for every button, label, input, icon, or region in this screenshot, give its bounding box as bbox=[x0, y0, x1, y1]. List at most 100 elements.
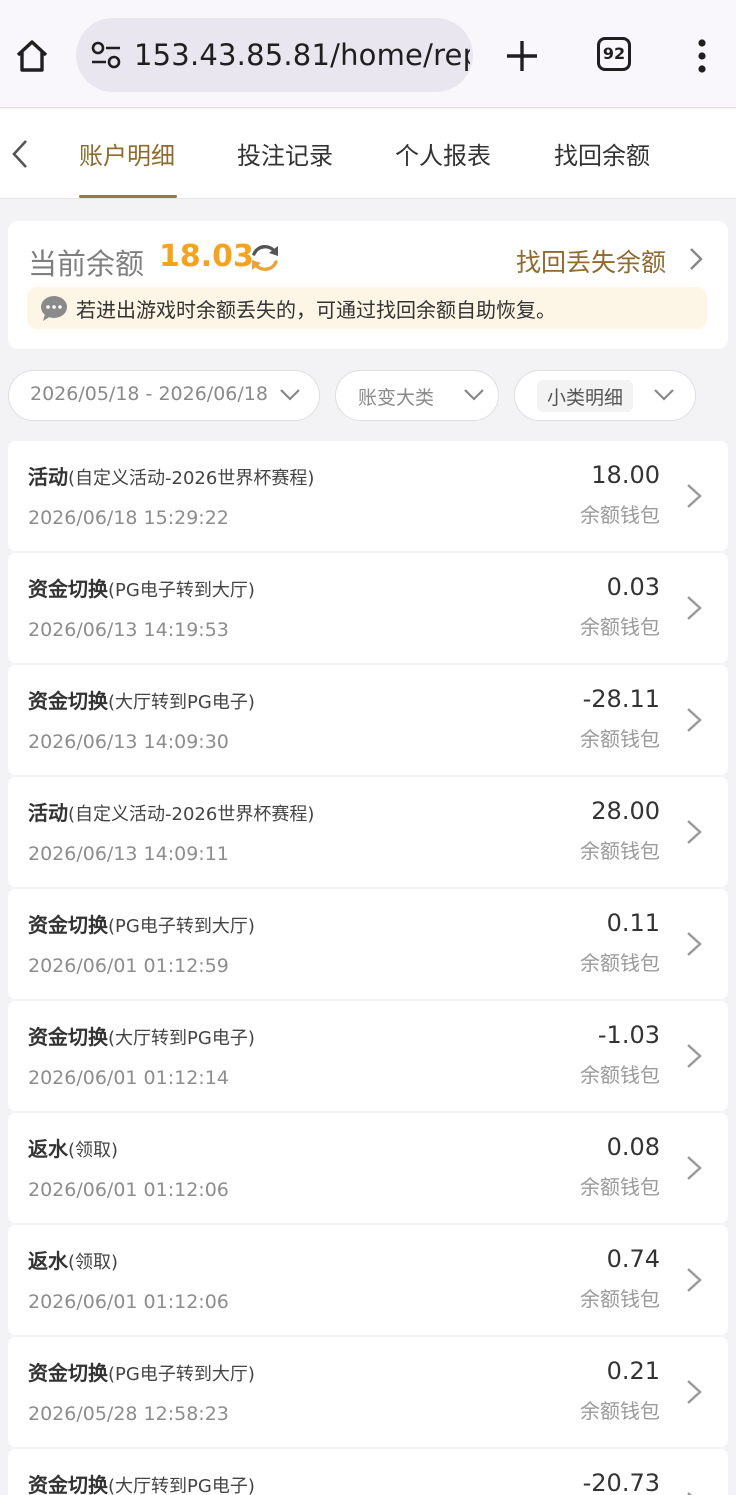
chevron-down-icon bbox=[654, 389, 674, 401]
balance-value: 18.03 bbox=[159, 239, 254, 274]
transaction-amount: 18.00 bbox=[591, 461, 660, 489]
message-bubble-icon bbox=[41, 296, 67, 321]
transaction-type: 活动 bbox=[28, 465, 68, 489]
recover-lost-balance-link[interactable]: 找回丢失余额 bbox=[516, 243, 666, 279]
transaction-amount: 0.03 bbox=[606, 573, 660, 601]
transaction-type: 返水 bbox=[28, 1249, 68, 1273]
back-chevron-icon[interactable] bbox=[8, 137, 32, 171]
transaction-date: 2026/06/18 15:29:22 bbox=[28, 507, 229, 529]
transaction-detail: (大厅转到PG电子) bbox=[108, 1028, 255, 1049]
transaction-row[interactable]: 活动(自定义活动-2026世界杯赛程) 2026/06/18 15:29:22 … bbox=[8, 441, 728, 551]
transaction-detail: (PG电子转到大厅) bbox=[108, 1364, 255, 1385]
transaction-type: 活动 bbox=[28, 801, 68, 825]
transaction-wallet: 余额钱包 bbox=[580, 1399, 660, 1423]
transaction-amount: 28.00 bbox=[591, 797, 660, 825]
transaction-wallet: 余额钱包 bbox=[580, 1063, 660, 1087]
url-text[interactable]: 153.43.85.81/home/repor bbox=[134, 38, 470, 72]
tab-bet-records[interactable]: 投注记录 bbox=[237, 136, 333, 171]
transaction-date: 2026/05/28 12:58:23 bbox=[28, 1403, 229, 1425]
report-tab-bar: 账户明细 投注记录 个人报表 找回余额 bbox=[0, 109, 736, 199]
transaction-detail: (领取) bbox=[68, 1140, 119, 1161]
home-icon[interactable] bbox=[12, 36, 52, 76]
chevron-right-icon bbox=[687, 1492, 692, 1495]
transaction-type: 资金切换 bbox=[28, 689, 108, 713]
balance-label: 当前余额 bbox=[28, 247, 145, 281]
transaction-row[interactable]: 资金切换(大厅转到PG电子) 2026/06/01 01:12:14 -1.03… bbox=[8, 1001, 728, 1111]
transaction-date: 2026/06/01 01:12:06 bbox=[28, 1179, 229, 1201]
transaction-row[interactable]: 活动(自定义活动-2026世界杯赛程) 2026/06/13 14:09:11 … bbox=[8, 777, 728, 887]
chevron-right-icon bbox=[687, 708, 702, 732]
transaction-type: 资金切换 bbox=[28, 1473, 108, 1495]
category-text: 账变大类 bbox=[358, 387, 435, 409]
category-filter[interactable]: 账变大类 bbox=[335, 370, 499, 421]
tab-switcher-button[interactable]: 92 bbox=[597, 37, 631, 71]
transaction-amount: -1.03 bbox=[597, 1021, 660, 1049]
site-settings-icon[interactable] bbox=[90, 40, 122, 70]
transaction-row[interactable]: 返水(领取) 2026/06/01 01:12:06 0.08 余额钱包 bbox=[8, 1113, 728, 1223]
tab-recover-balance[interactable]: 找回余额 bbox=[554, 136, 650, 171]
subcategory-filter[interactable]: 小类明细 bbox=[514, 370, 696, 421]
date-range-filter[interactable]: 2026/05/18 - 2026/06/18 bbox=[8, 370, 320, 421]
recovery-notice: 若进出游戏时余额丢失的，可通过找回余额自助恢复。 bbox=[27, 287, 707, 329]
chevron-right-icon bbox=[687, 1156, 702, 1180]
more-menu-icon[interactable] bbox=[690, 36, 714, 76]
transaction-detail: (PG电子转到大厅) bbox=[108, 916, 255, 937]
tab-personal-report[interactable]: 个人报表 bbox=[395, 136, 491, 171]
transaction-date: 2026/06/13 14:09:11 bbox=[28, 843, 229, 865]
chevron-down-icon bbox=[464, 389, 484, 401]
transaction-wallet: 余额钱包 bbox=[580, 503, 660, 527]
transaction-amount: -28.11 bbox=[582, 685, 660, 713]
address-bar[interactable]: 153.43.85.81/home/repor bbox=[76, 18, 473, 92]
chevron-right-icon bbox=[687, 932, 702, 956]
transaction-date: 2026/06/13 14:19:53 bbox=[28, 619, 229, 641]
browser-toolbar: 153.43.85.81/home/repor 92 bbox=[0, 0, 736, 108]
chevron-right-icon bbox=[687, 1268, 702, 1292]
transaction-detail: (领取) bbox=[68, 1252, 119, 1273]
transaction-amount: 0.74 bbox=[606, 1245, 660, 1273]
transaction-date: 2026/06/01 01:12:14 bbox=[28, 1067, 229, 1089]
chevron-right-icon bbox=[687, 1380, 702, 1404]
transaction-type: 返水 bbox=[28, 1137, 68, 1161]
transaction-date: 2026/06/01 01:12:59 bbox=[28, 955, 229, 977]
transaction-date: 2026/06/01 01:12:06 bbox=[28, 1291, 229, 1313]
transaction-row[interactable]: 资金切换(PG电子转到大厅) 2026/05/28 12:58:23 0.21 … bbox=[8, 1337, 728, 1447]
transaction-wallet: 余额钱包 bbox=[580, 727, 660, 751]
transaction-row[interactable]: 资金切换(大厅转到PG电子) -20.73 bbox=[8, 1449, 728, 1495]
transaction-row[interactable]: 资金切换(PG电子转到大厅) 2026/06/01 01:12:59 0.11 … bbox=[8, 889, 728, 999]
transaction-type: 资金切换 bbox=[28, 577, 108, 601]
balance-card: 当前余额 18.03 找回丢失余额 若进出游戏时余额丢失的，可通过找回余额自助恢… bbox=[8, 221, 728, 349]
notice-text: 若进出游戏时余额丢失的，可通过找回余额自助恢复。 bbox=[76, 298, 556, 322]
transaction-type: 资金切换 bbox=[28, 1361, 108, 1385]
tab-account-details[interactable]: 账户明细 bbox=[79, 136, 175, 171]
chevron-right-icon bbox=[687, 484, 702, 508]
transaction-row[interactable]: 资金切换(大厅转到PG电子) 2026/06/13 14:09:30 -28.1… bbox=[8, 665, 728, 775]
chevron-down-icon bbox=[280, 389, 300, 401]
transaction-detail: (自定义活动-2026世界杯赛程) bbox=[68, 468, 315, 489]
transaction-amount: -20.73 bbox=[582, 1469, 660, 1495]
active-tab-indicator bbox=[79, 195, 177, 198]
transaction-row[interactable]: 返水(领取) 2026/06/01 01:12:06 0.74 余额钱包 bbox=[8, 1225, 728, 1335]
transaction-detail: (大厅转到PG电子) bbox=[108, 692, 255, 713]
transaction-wallet: 余额钱包 bbox=[580, 1175, 660, 1199]
transaction-type: 资金切换 bbox=[28, 1025, 108, 1049]
transaction-wallet: 余额钱包 bbox=[580, 615, 660, 639]
transaction-amount: 0.21 bbox=[606, 1357, 660, 1385]
transaction-wallet: 余额钱包 bbox=[580, 1287, 660, 1311]
transaction-amount: 0.08 bbox=[606, 1133, 660, 1161]
date-range-text: 2026/05/18 - 2026/06/18 bbox=[30, 383, 268, 405]
transaction-row[interactable]: 资金切换(PG电子转到大厅) 2026/06/13 14:19:53 0.03 … bbox=[8, 553, 728, 663]
transaction-detail: (PG电子转到大厅) bbox=[108, 580, 255, 601]
transaction-type: 资金切换 bbox=[28, 913, 108, 937]
transaction-wallet: 余额钱包 bbox=[580, 839, 660, 863]
transaction-wallet: 余额钱包 bbox=[580, 951, 660, 975]
refresh-icon[interactable] bbox=[248, 241, 282, 275]
chevron-right-icon bbox=[687, 820, 702, 844]
chevron-right-icon bbox=[687, 1044, 702, 1068]
subcategory-text: 小类明细 bbox=[547, 387, 624, 409]
chevron-right-icon[interactable] bbox=[686, 245, 706, 273]
new-tab-icon[interactable] bbox=[502, 36, 542, 76]
transaction-detail: (大厅转到PG电子) bbox=[108, 1476, 255, 1495]
chevron-right-icon bbox=[687, 596, 702, 620]
transaction-date: 2026/06/13 14:09:30 bbox=[28, 731, 229, 753]
transaction-amount: 0.11 bbox=[606, 909, 660, 937]
